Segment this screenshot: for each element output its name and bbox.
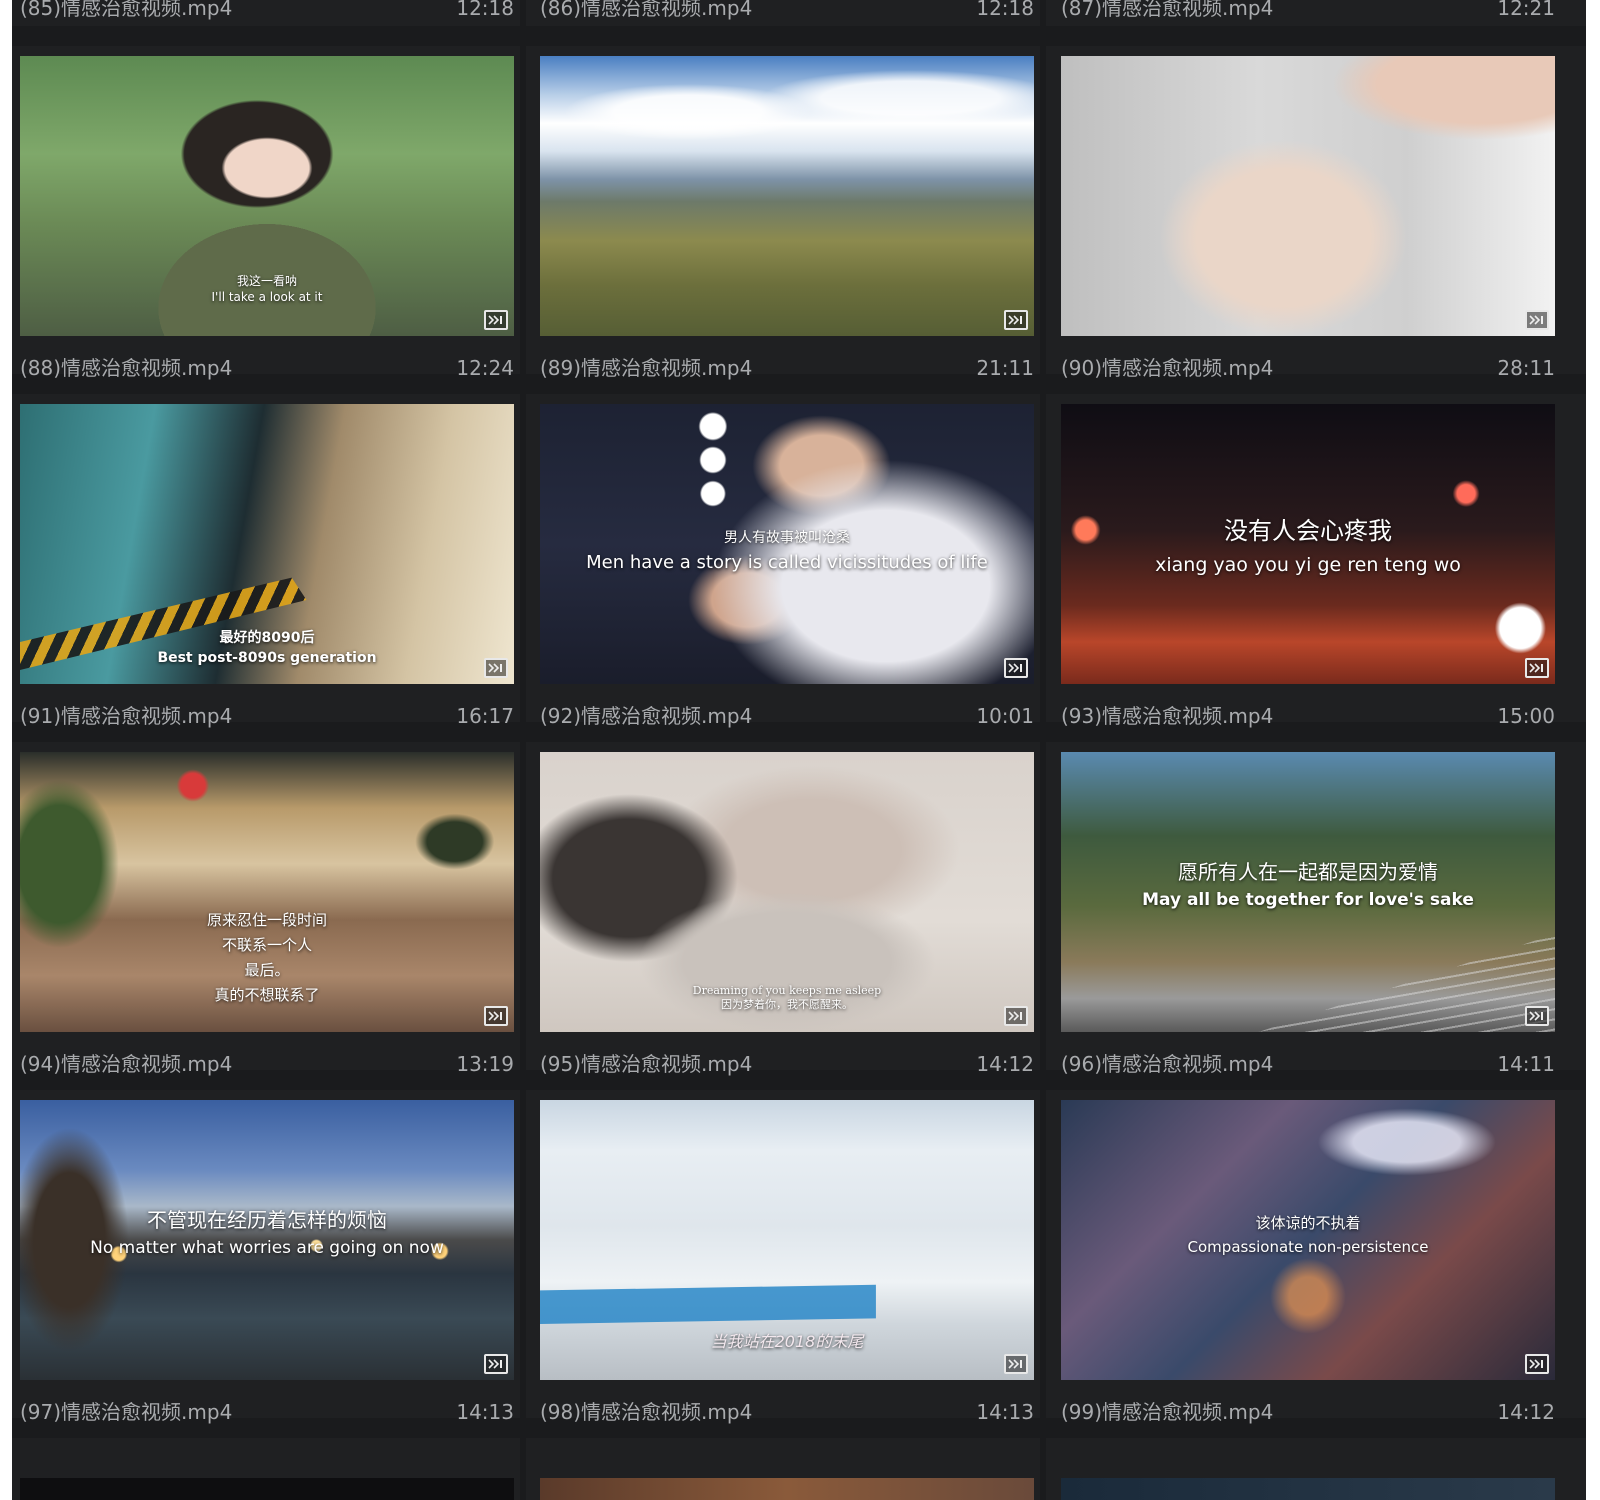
video-card-top[interactable]: (86)情感治愈视频.mp4 12:18: [540, 0, 1034, 22]
video-duration: 14:12: [1497, 1400, 1555, 1424]
video-duration: 12:18: [976, 0, 1034, 20]
video-filename: (89)情感治愈视频.mp4: [540, 356, 753, 380]
video-card-top[interactable]: (87)情感治愈视频.mp4 12:21: [1061, 0, 1555, 22]
video-duration: 28:11: [1497, 356, 1555, 380]
subtitle-chinese: 男人有故事被叫沧桑: [724, 530, 850, 546]
video-duration: 14:11: [1497, 1052, 1555, 1076]
video-thumbnail[interactable]: 没有人会心疼我 xiang yao you yi ge ren teng wo: [1061, 404, 1555, 684]
video-caption: (99)情感治愈视频.mp4 14:12: [1061, 1398, 1555, 1426]
subtitle-english: Men have a story is called vicissitudes …: [586, 552, 988, 573]
video-duration: 12:18: [456, 0, 514, 20]
subtitle-english: Best post-8090s generation: [157, 650, 377, 666]
video-caption: (91)情感治愈视频.mp4 16:17: [20, 702, 514, 730]
video-filename: (99)情感治愈视频.mp4: [1061, 1400, 1274, 1424]
video-thumbnail[interactable]: 最好的8090后 Best post-8090s generation: [20, 404, 514, 684]
video-duration: 13:19: [456, 1052, 514, 1076]
video-thumbnail[interactable]: 我这一看呐 I'll take a look at it: [20, 56, 514, 336]
subtitle-english: No matter what worries are going on now: [90, 1238, 444, 1258]
subtitle-chinese: 当我站在2018的末尾: [710, 1332, 864, 1351]
video-file-icon: [1004, 1354, 1028, 1374]
subtitle-chinese: 该体谅的不执着: [1255, 1214, 1361, 1232]
video-duration: 16:17: [456, 704, 514, 728]
subtitle-chinese: 没有人会心疼我: [1224, 517, 1392, 545]
subtitle-chinese: 愿所有人在一起都是因为爱情: [1178, 860, 1438, 884]
video-file-icon: [1004, 658, 1028, 678]
video-thumbnail[interactable]: Dreaming of you keeps me asleep 因为梦着你，我不…: [540, 752, 1034, 1032]
video-file-icon: [1525, 1006, 1549, 1026]
video-caption: (93)情感治愈视频.mp4 15:00: [1061, 702, 1555, 730]
video-filename: (85)情感治愈视频.mp4: [20, 0, 233, 20]
video-caption: (88)情感治愈视频.mp4 12:24: [20, 354, 514, 382]
video-filename: (87)情感治愈视频.mp4: [1061, 0, 1274, 20]
subtitle-chinese: 最好的8090后: [219, 630, 315, 646]
video-thumbnail[interactable]: 原来忍住一段时间 不联系一个人 最后。 真的不想联系了: [20, 752, 514, 1032]
video-filename: (97)情感治愈视频.mp4: [20, 1400, 233, 1424]
video-duration: 14:12: [976, 1052, 1034, 1076]
video-caption: (90)情感治愈视频.mp4 28:11: [1061, 354, 1555, 382]
video-file-icon: [1525, 310, 1549, 330]
video-duration: 15:00: [1497, 704, 1555, 728]
video-caption: (98)情感治愈视频.mp4 14:13: [540, 1398, 1034, 1426]
video-thumbnail-partial[interactable]: [20, 1478, 514, 1500]
video-duration: 14:13: [456, 1400, 514, 1424]
video-filename: (98)情感治愈视频.mp4: [540, 1400, 753, 1424]
subtitle-chinese: 原来忍住一段时间 不联系一个人 最后。 真的不想联系了: [206, 911, 327, 1004]
video-caption: (96)情感治愈视频.mp4 14:11: [1061, 1050, 1555, 1078]
column-divider: [520, 0, 526, 1500]
video-file-icon: [1525, 1354, 1549, 1374]
video-thumbnail[interactable]: [540, 56, 1034, 336]
column-divider: [1040, 0, 1046, 1500]
video-thumbnail[interactable]: 愿所有人在一起都是因为爱情 May all be together for lo…: [1061, 752, 1555, 1032]
video-file-icon: [484, 310, 508, 330]
video-filename: (91)情感治愈视频.mp4: [20, 704, 233, 728]
subtitle-chinese: 因为梦着你，我不愿醒来。: [721, 998, 853, 1011]
subtitle-english: Dreaming of you keeps me asleep: [692, 984, 882, 997]
video-card-top[interactable]: (85)情感治愈视频.mp4 12:18: [20, 0, 514, 22]
video-filename: (94)情感治愈视频.mp4: [20, 1052, 233, 1076]
row-divider: [12, 26, 1586, 46]
video-thumbnail[interactable]: 男人有故事被叫沧桑 Men have a story is called vic…: [540, 404, 1034, 684]
video-caption: (97)情感治愈视频.mp4 14:13: [20, 1398, 514, 1426]
video-duration: 14:13: [976, 1400, 1034, 1424]
subtitle-english: Compassionate non-persistence: [1187, 1238, 1429, 1256]
video-duration: 12:21: [1497, 0, 1555, 20]
video-filename: (92)情感治愈视频.mp4: [540, 704, 753, 728]
video-filename: (88)情感治愈视频.mp4: [20, 356, 233, 380]
subtitle-english: xiang yao you yi ge ren teng wo: [1155, 554, 1461, 576]
video-thumbnail[interactable]: 当我站在2018的末尾: [540, 1100, 1034, 1380]
video-filename: (90)情感治愈视频.mp4: [1061, 356, 1274, 380]
video-filename: (95)情感治愈视频.mp4: [540, 1052, 753, 1076]
subtitle-chinese: 不管现在经历着怎样的烦恼: [147, 1208, 387, 1232]
video-thumbnail-partial[interactable]: [1061, 1478, 1555, 1500]
video-caption: (89)情感治愈视频.mp4 21:11: [540, 354, 1034, 382]
video-thumbnail[interactable]: [1061, 56, 1555, 336]
video-file-icon: [1004, 310, 1028, 330]
video-caption: (95)情感治愈视频.mp4 14:12: [540, 1050, 1034, 1078]
video-caption: (94)情感治愈视频.mp4 13:19: [20, 1050, 514, 1078]
video-filename: (96)情感治愈视频.mp4: [1061, 1052, 1274, 1076]
video-thumbnail-partial[interactable]: [540, 1478, 1034, 1500]
video-filename: (93)情感治愈视频.mp4: [1061, 704, 1274, 728]
video-caption: (92)情感治愈视频.mp4 10:01: [540, 702, 1034, 730]
subtitle-english: May all be together for love's sake: [1142, 890, 1474, 910]
video-file-icon: [1004, 1006, 1028, 1026]
video-thumbnail[interactable]: 不管现在经历着怎样的烦恼 No matter what worries are …: [20, 1100, 514, 1380]
subtitle-chinese: 我这一看呐: [236, 274, 297, 288]
video-file-icon: [484, 1354, 508, 1374]
video-filename: (86)情感治愈视频.mp4: [540, 0, 753, 20]
video-duration: 12:24: [456, 356, 514, 380]
video-thumbnail[interactable]: 该体谅的不执着 Compassionate non-persistence: [1061, 1100, 1555, 1380]
video-grid-panel: (85)情感治愈视频.mp4 12:18 (86)情感治愈视频.mp4 12:1…: [12, 0, 1586, 1500]
video-file-icon: [1525, 658, 1549, 678]
video-file-icon: [484, 658, 508, 678]
video-file-icon: [484, 1006, 508, 1026]
video-duration: 21:11: [976, 356, 1034, 380]
video-duration: 10:01: [976, 704, 1034, 728]
subtitle-english: I'll take a look at it: [211, 290, 323, 304]
